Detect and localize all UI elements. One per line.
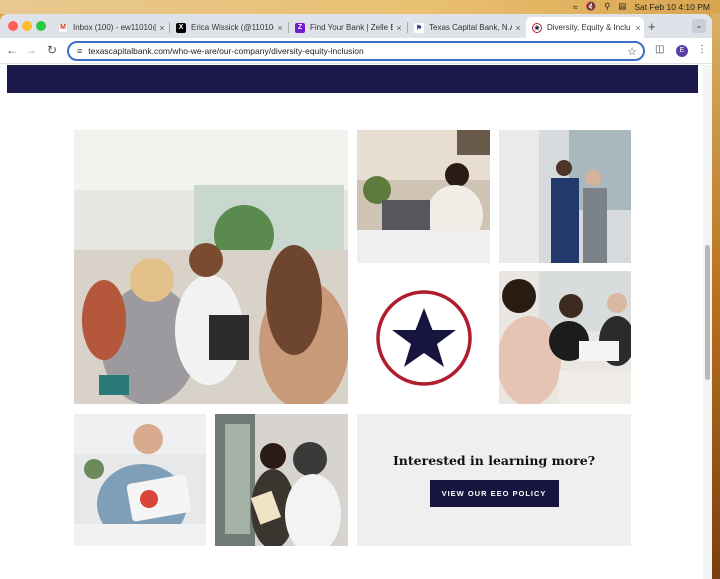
new-tab-button[interactable]: +	[648, 19, 656, 34]
forward-button[interactable]: →	[24, 43, 38, 57]
handshake-photo	[499, 130, 631, 263]
close-window-button[interactable]	[8, 21, 18, 31]
x-icon: X	[176, 22, 186, 33]
brand-star-logo	[357, 271, 490, 404]
eeo-policy-button[interactable]: VIEW OUR EEO POLICY	[429, 480, 559, 507]
tab-zelle[interactable]: Z Find Your Bank | Zelle B ×	[289, 17, 405, 38]
control-center-icon[interactable]: ▤	[618, 1, 626, 12]
site-info-icon[interactable]: ≡	[77, 46, 82, 56]
tab-gmail[interactable]: M Inbox (100) - ew11010@ ×	[52, 17, 168, 38]
woman-laptop-photo	[357, 130, 490, 263]
mac-menu-bar: ≈ 🔇 ⚲ ▤ Sat Feb 10 4:10 PM	[0, 0, 720, 14]
url-text[interactable]: texascapitalbank.com/who-we-are/our-comp…	[88, 46, 627, 56]
wifi-icon[interactable]: ≈	[573, 2, 578, 12]
tab-texas-capital[interactable]: ⚑ Texas Capital Bank, N.A ×	[408, 17, 524, 38]
gmail-icon: M	[58, 22, 68, 33]
browser-toolbar: ← → ↻ ≡ texascapitalbank.com/who-we-are/…	[0, 38, 712, 64]
side-panel-icon[interactable]: ◫	[655, 44, 664, 55]
minimize-window-button[interactable]	[22, 21, 32, 31]
tab-diversity[interactable]: ★ Diversity, Equity & Inclu ×	[526, 17, 644, 38]
star-icon: ★	[532, 22, 542, 33]
zelle-icon: Z	[295, 22, 305, 33]
tab-search-button[interactable]: ⌄	[692, 19, 706, 33]
bookmark-star-icon[interactable]: ☆	[627, 45, 637, 58]
search-icon[interactable]: ⚲	[604, 1, 610, 12]
team-meeting-photo	[74, 130, 348, 404]
address-bar[interactable]: ≡ texascapitalbank.com/who-we-are/our-co…	[67, 41, 645, 61]
close-tab-icon[interactable]: ×	[156, 23, 168, 33]
header-band	[7, 65, 698, 93]
team-laptop-photo	[499, 271, 631, 404]
cta-heading: Interested in learning more?	[392, 453, 596, 468]
close-tab-icon[interactable]: ×	[274, 23, 286, 33]
reload-button[interactable]: ↻	[45, 43, 59, 57]
tab-x[interactable]: X Erica Wissick (@11010e ×	[170, 17, 286, 38]
eeo-cta-panel: Interested in learning more? VIEW OUR EE…	[357, 414, 631, 546]
man-chart-photo	[74, 414, 206, 546]
scrollbar-thumb[interactable]	[705, 245, 710, 380]
close-tab-icon[interactable]: ×	[393, 23, 405, 33]
desktop-background	[712, 0, 720, 579]
close-tab-icon[interactable]: ×	[512, 23, 524, 33]
profile-avatar[interactable]: E	[676, 45, 688, 57]
mute-icon[interactable]: 🔇	[586, 1, 597, 12]
browser-window: M Inbox (100) - ew11010@ × X Erica Wissi…	[0, 14, 712, 579]
women-conversation-photo	[215, 414, 348, 546]
bank-icon: ⚑	[414, 22, 424, 33]
tab-strip: M Inbox (100) - ew11010@ × X Erica Wissi…	[0, 14, 712, 38]
web-page: Interested in learning more? VIEW OUR EE…	[0, 65, 712, 579]
close-tab-icon[interactable]: ×	[632, 23, 644, 33]
back-button[interactable]: ←	[5, 43, 19, 57]
menu-kebab-icon[interactable]: ⋮	[697, 44, 707, 55]
menubar-clock[interactable]: Sat Feb 10 4:10 PM	[634, 2, 710, 12]
maximize-window-button[interactable]	[36, 21, 46, 31]
